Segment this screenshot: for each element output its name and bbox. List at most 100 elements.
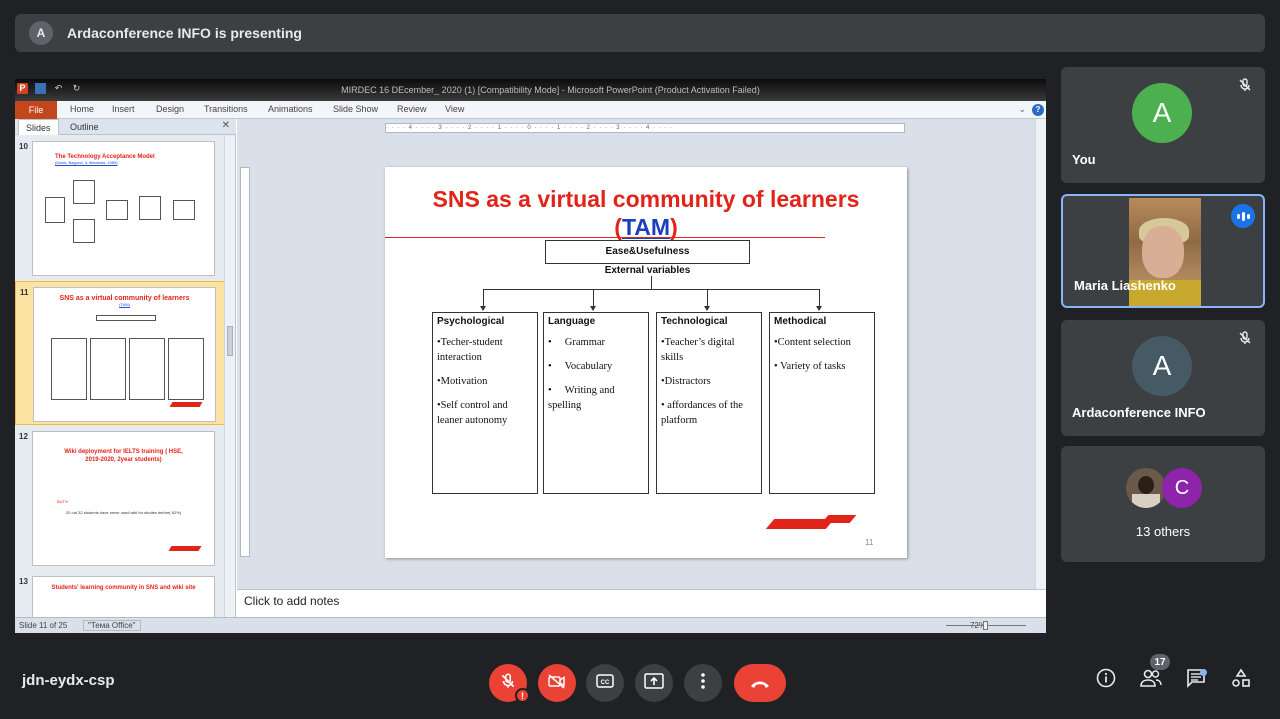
activities-icon — [1231, 668, 1251, 693]
meet-window: A Ardaconference INFO is presenting P ↶ … — [0, 0, 1280, 719]
quick-access-toolbar: P ↶ ↻ — [17, 83, 82, 94]
arrow-head — [480, 306, 486, 311]
ribbon-tab-slideshow: Slide Show — [333, 104, 379, 114]
slide-counter: Slide 11 of 25 — [19, 621, 68, 630]
panel-tab-outline: Outline — [70, 122, 99, 132]
other-avatar-photo — [1126, 468, 1166, 508]
mic-off-icon — [1235, 330, 1255, 350]
shared-screen[interactable]: P ↶ ↻ MIRDEC 16 DEcember_ 2020 (1) [Comp… — [15, 79, 1046, 633]
connector-line — [483, 289, 484, 306]
slide-number: 10 — [19, 142, 28, 151]
mic-toggle-button[interactable]: ! — [489, 664, 530, 703]
panel-scrollbar — [224, 136, 235, 617]
ribbon-tab-review: Review — [397, 104, 427, 114]
captions-button[interactable]: CC — [586, 664, 624, 702]
thumb-diagram-box — [45, 197, 65, 223]
participant-name: Ardaconference INFO — [1072, 405, 1206, 420]
connector-line — [819, 289, 820, 306]
thumb-body-line: 20 out 32 students have never used wiki … — [65, 510, 182, 515]
slide-thumb-12: 12 Wiki deployment for IELTS training ( … — [15, 426, 225, 570]
horizontal-ruler: · · · · 4 · · · · 3 · · · · 2 · · · · 1 … — [385, 123, 905, 133]
mic-off-icon — [1235, 77, 1255, 97]
participant-tile-maria[interactable]: Maria Liashenko — [1061, 194, 1265, 308]
participant-tile-you[interactable]: A You — [1061, 67, 1265, 183]
thumb-title: Students' learning community in SNS and … — [51, 585, 196, 591]
ribbon-tab-home: Home — [70, 104, 95, 114]
column-item: • Grammar — [548, 337, 606, 348]
slide-page-number: 11 — [865, 538, 874, 547]
ribbon-collapse-icon: ⌄ — [1018, 104, 1026, 114]
arrow-head — [704, 306, 710, 311]
column-heading: Psychological — [437, 316, 505, 327]
others-count: 13 others — [1135, 524, 1191, 539]
mic-off-icon — [499, 672, 517, 694]
connector-line — [483, 289, 819, 290]
vertical-ruler — [240, 167, 250, 557]
theme-name: "Тема Office" — [83, 620, 141, 631]
ribbon-tab-animations: Animations — [268, 104, 313, 114]
ribbon-tab-insert: Insert — [112, 104, 135, 114]
scroll-thumb — [227, 326, 233, 356]
camera-toggle-button[interactable] — [538, 664, 576, 702]
slide-thumb-10: 10 The Technology Acceptance Model (Davi… — [15, 136, 225, 280]
activities-button[interactable] — [1229, 668, 1253, 692]
thumb-diagram-box — [73, 219, 95, 243]
end-call-button[interactable] — [734, 664, 786, 702]
help-icon: ? — [1032, 104, 1044, 116]
slide-thumb-13: 13 Students' learning community in SNS a… — [15, 571, 225, 617]
slide-number: 11 — [20, 288, 29, 297]
connector-line — [707, 289, 708, 306]
connector-line — [593, 289, 594, 306]
warning-icon: ! — [515, 688, 530, 703]
captions-icon: CC — [596, 674, 614, 692]
slide-number: 12 — [19, 432, 28, 441]
meeting-info-button[interactable] — [1094, 668, 1118, 692]
presenter-avatar: A — [29, 21, 53, 45]
connector-line — [651, 276, 652, 289]
slide-title-text: SNS as a virtual community of learners — [432, 186, 860, 212]
column-heading: Technological — [661, 316, 728, 327]
external-variables-label: External variables — [604, 265, 691, 276]
notes-pane: Click to add notes — [237, 589, 1046, 617]
column-item: • Vocabulary — [548, 361, 613, 372]
people-button[interactable] — [1139, 668, 1163, 692]
slide-thumb-11: 11 SNS as a virtual community of learner… — [15, 281, 225, 425]
column-item: • Writing and spelling — [548, 385, 618, 411]
more-icon — [701, 673, 705, 693]
thumb-title: SNS as a virtual community of learners — [59, 295, 190, 302]
participant-name: You — [1072, 152, 1096, 167]
photo-shirt — [1132, 494, 1160, 508]
panel-close-icon: ✕ — [221, 120, 230, 131]
column-item: • affordances of the platform — [661, 400, 743, 426]
zoom-slider-knob — [983, 621, 988, 630]
present-icon — [644, 673, 664, 693]
ribbon-tab-view: View — [445, 104, 465, 114]
ribbon-tab-transitions: Transitions — [204, 104, 248, 114]
more-options-button[interactable] — [684, 664, 722, 702]
language-box: Language • Grammar • Vocabulary • Writin… — [543, 312, 649, 494]
save-icon — [35, 83, 46, 94]
thumb-title: Wiki deployment for IELTS training ( HSE… — [64, 449, 183, 463]
column-item: • Variety of tasks — [774, 361, 846, 372]
meeting-controls: jdn-eydx-csp ! CC 17 — [0, 648, 1280, 719]
thumb-decoration — [168, 546, 202, 551]
editor-scrollbar — [1035, 119, 1046, 589]
participant-tile-ardaconference[interactable]: A Ardaconference INFO — [1061, 320, 1265, 436]
column-heading: Language — [548, 316, 596, 327]
panel-tab-slides: Slides — [18, 119, 59, 135]
slide-number: 13 — [19, 577, 28, 586]
methodical-box: Methodical •Content selection • Variety … — [769, 312, 875, 494]
redo-icon: ↻ — [72, 83, 81, 93]
ppt-window-title: MIRDEC 16 DEcember_ 2020 (1) [Compatibil… — [341, 85, 760, 95]
column-item: •Content selection — [774, 337, 851, 348]
slides-panel: Slides Outline ✕ 10 The Technology Accep… — [15, 119, 236, 617]
slide-thumbnails: 10 The Technology Acceptance Model (Davi… — [15, 136, 225, 617]
column-item: •Self control and leaner autonomy — [437, 400, 508, 426]
present-button[interactable] — [635, 664, 673, 702]
info-icon — [1096, 668, 1116, 693]
thumb-diagram-box — [90, 338, 126, 400]
current-slide: SNS as a virtual community of learners (… — [385, 167, 907, 558]
chat-notification-dot — [1200, 669, 1207, 676]
end-call-icon — [749, 673, 771, 694]
participant-tile-others[interactable]: C 13 others — [1061, 446, 1265, 562]
